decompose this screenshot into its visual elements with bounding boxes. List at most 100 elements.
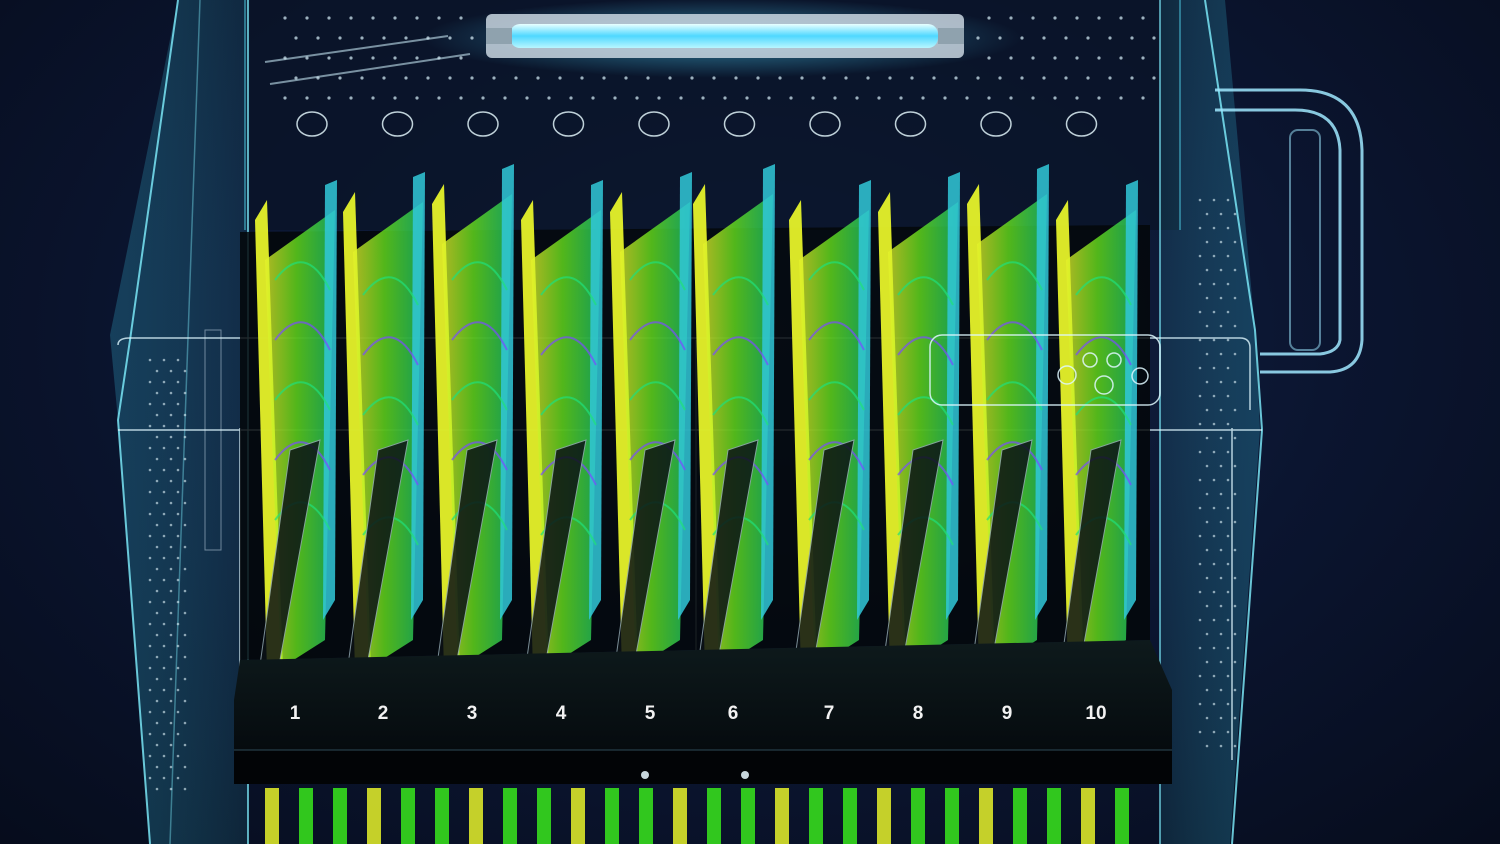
side-dot [1198, 618, 1202, 622]
side-dot [1226, 618, 1230, 622]
side-dot [183, 501, 187, 505]
vent-dot [382, 36, 386, 40]
side-dot [1233, 352, 1237, 356]
side-dot [1205, 548, 1209, 552]
vent-dot [415, 56, 419, 60]
vent-dot [459, 56, 463, 60]
side-dot [176, 578, 180, 582]
side-dot [176, 622, 180, 626]
vent-dot [569, 96, 573, 100]
vent-dot [1075, 96, 1079, 100]
vent-dot [371, 16, 375, 20]
side-dot [169, 611, 173, 615]
vent-dot [591, 96, 595, 100]
slot-number-6: 6 [727, 703, 739, 724]
vent-dot [294, 36, 298, 40]
side-dot [183, 787, 187, 791]
side-dot [155, 435, 159, 439]
side-dot [1198, 478, 1202, 482]
side-dot [1233, 660, 1237, 664]
side-dot [1233, 212, 1237, 216]
vent-dot [1053, 56, 1057, 60]
side-dot [1198, 366, 1202, 370]
side-dot [1212, 198, 1216, 202]
vent-dot [767, 96, 771, 100]
side-dot [1205, 660, 1209, 664]
side-dot [176, 666, 180, 670]
vent-dot [1141, 96, 1145, 100]
side-dot [1233, 268, 1237, 272]
vent-dot [404, 36, 408, 40]
vent-dot [833, 96, 837, 100]
side-dot [155, 699, 159, 703]
side-dot [1198, 254, 1202, 258]
side-dot [169, 369, 173, 373]
side-dot [155, 633, 159, 637]
vent-dot [283, 16, 287, 20]
side-dot [176, 754, 180, 758]
vent-dot [503, 96, 507, 100]
side-dot [169, 545, 173, 549]
side-dot [183, 435, 187, 439]
side-dot [1205, 464, 1209, 468]
side-dot [1233, 716, 1237, 720]
side-dot [1233, 744, 1237, 748]
side-dot [183, 633, 187, 637]
vent-dot [1009, 56, 1013, 60]
side-dot [169, 589, 173, 593]
vent-dot [1108, 36, 1112, 40]
lower-tablet-panel [1047, 788, 1061, 844]
side-dot [1226, 730, 1230, 734]
vent-dot [580, 76, 584, 80]
side-dot [162, 688, 166, 692]
vent-dot [1075, 16, 1079, 20]
side-dot [155, 677, 159, 681]
lower-tablet-panel [741, 788, 755, 844]
side-dot [1219, 212, 1223, 216]
side-dot [155, 787, 159, 791]
side-dot [1212, 366, 1216, 370]
side-dot [1226, 674, 1230, 678]
vent-dot [514, 76, 518, 80]
vent-dot [866, 76, 870, 80]
side-dot [148, 622, 152, 626]
slot-number-10: 10 [1085, 703, 1107, 724]
side-dot [1198, 198, 1202, 202]
vent-dot [305, 16, 309, 20]
vent-dot [1009, 96, 1013, 100]
side-dot [1212, 702, 1216, 706]
side-dot [1219, 660, 1223, 664]
side-dot [1198, 562, 1202, 566]
side-dot [155, 457, 159, 461]
lower-tablet-panel [367, 788, 381, 844]
side-dot [1219, 352, 1223, 356]
vent-dot [888, 76, 892, 80]
side-dot [176, 688, 180, 692]
side-dot [169, 523, 173, 527]
vent-dot [349, 96, 353, 100]
side-dot [148, 446, 152, 450]
lower-tablet-panel [911, 788, 925, 844]
side-dot [1219, 744, 1223, 748]
side-dot [183, 369, 187, 373]
side-dot [148, 358, 152, 362]
vent-dot [1042, 36, 1046, 40]
side-dot [162, 600, 166, 604]
vent-dot [415, 96, 419, 100]
lower-tablet-panel [843, 788, 857, 844]
vent-dot [1119, 16, 1123, 20]
side-dot [148, 644, 152, 648]
vent-dot [437, 56, 441, 60]
side-dot [1226, 366, 1230, 370]
side-dot [1226, 338, 1230, 342]
side-dot [1226, 310, 1230, 314]
side-dot [162, 534, 166, 538]
lower-tablet-panel [707, 788, 721, 844]
side-dot [1198, 674, 1202, 678]
side-dot [1205, 744, 1209, 748]
vent-dot [811, 96, 815, 100]
vent-dot [1097, 96, 1101, 100]
side-dot [1212, 310, 1216, 314]
side-dot [169, 435, 173, 439]
side-dot [1219, 492, 1223, 496]
